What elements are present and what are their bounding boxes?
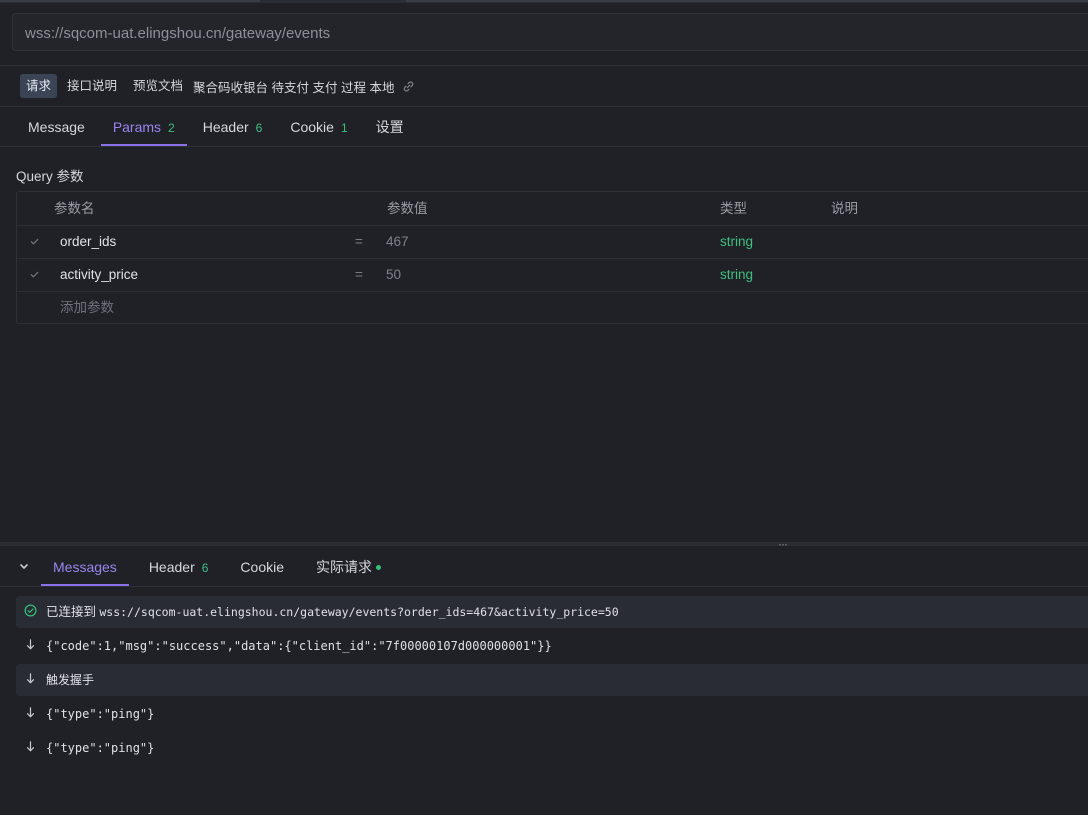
tab-count: 2 xyxy=(168,121,175,135)
tab-response-cookie[interactable]: Cookie xyxy=(228,548,296,586)
arrow-down-icon xyxy=(24,672,37,688)
tab-count: 1 xyxy=(340,121,348,135)
tab-header[interactable]: Header 6 xyxy=(191,108,275,146)
tab-label: Message xyxy=(28,119,85,135)
window-top-strip xyxy=(0,0,1088,3)
message-received[interactable]: {"type":"ping"} xyxy=(16,732,1088,764)
tab-label: Cookie xyxy=(290,119,334,135)
tab-count: 6 xyxy=(201,561,209,575)
chevron-down-icon[interactable] xyxy=(18,560,30,575)
top-tab-segment xyxy=(406,0,1088,2)
tab-actual-request[interactable]: 实际请求 xyxy=(304,548,393,586)
message-received[interactable]: {"type":"ping"} xyxy=(16,698,1088,730)
table-row: order_ids = 467 string xyxy=(17,225,1088,259)
param-type[interactable]: string xyxy=(720,258,753,291)
tab-label: Header xyxy=(148,559,195,575)
arrow-down-icon xyxy=(24,638,37,654)
tab-label: Messages xyxy=(53,559,117,575)
doc-tab-api-description[interactable]: 接口说明 xyxy=(61,74,123,98)
divider xyxy=(0,146,1088,147)
param-value[interactable]: 50 xyxy=(386,258,401,291)
tab-cookie[interactable]: Cookie 1 xyxy=(278,108,359,146)
column-header-name: 参数名 xyxy=(54,201,95,216)
divider xyxy=(0,586,1088,587)
doc-tab-bar: 请求 接口说明 预览文档 聚合码收银台 待支付 支付 过程 本地 xyxy=(20,74,415,98)
query-params-table: 参数名 参数值 类型 说明 order_ids = 467 string act… xyxy=(16,191,1088,324)
table-row: activity_price = 50 string xyxy=(17,258,1088,292)
check-circle-icon xyxy=(24,604,37,620)
column-header-type: 类型 xyxy=(720,201,747,216)
arrow-down-icon xyxy=(24,740,37,756)
arrow-down-icon xyxy=(24,706,37,722)
tab-response-header[interactable]: Header 6 xyxy=(137,548,221,586)
message-url: wss://sqcom-uat.elingshou.cn/gateway/eve… xyxy=(99,605,619,619)
table-header-row: 参数名 参数值 类型 说明 xyxy=(17,192,1088,226)
doc-tab-request[interactable]: 请求 xyxy=(20,74,58,98)
param-type[interactable]: string xyxy=(720,225,753,258)
add-param-placeholder[interactable]: 添加参数 xyxy=(60,291,114,324)
tab-message[interactable]: Message xyxy=(16,108,97,146)
message-text: {"type":"ping"} xyxy=(46,707,155,721)
check-icon[interactable] xyxy=(29,235,40,250)
response-tab-bar: Messages Header 6 Cookie 实际请求 xyxy=(0,548,1088,586)
url-text: wss://sqcom-uat.elingshou.cn/gateway/eve… xyxy=(25,25,331,42)
api-name[interactable]: 聚合码收银台 待支付 支付 过程 本地 xyxy=(193,77,394,96)
tab-settings[interactable]: 设置 xyxy=(364,108,416,146)
message-received[interactable]: {"code":1,"msg":"success","data":{"clien… xyxy=(16,630,1088,662)
tab-label: 实际请求 xyxy=(316,559,373,575)
divider xyxy=(0,65,1088,66)
message-text: 触发握手 xyxy=(46,673,95,687)
param-name[interactable]: order_ids xyxy=(60,225,116,258)
column-header-description: 说明 xyxy=(831,201,858,216)
param-equals: = xyxy=(355,234,363,249)
check-icon[interactable] xyxy=(29,268,40,283)
pane-resize-handle[interactable] xyxy=(0,542,1088,546)
message-text: {"type":"ping"} xyxy=(46,741,155,755)
param-value[interactable]: 467 xyxy=(386,225,409,258)
status-dot xyxy=(376,564,382,570)
url-input[interactable]: wss://sqcom-uat.elingshou.cn/gateway/eve… xyxy=(12,13,1088,51)
message-handshake[interactable]: 触发握手 xyxy=(16,664,1088,696)
tab-count: 6 xyxy=(255,121,263,135)
message-connected[interactable]: 已连接到 wss://sqcom-uat.elingshou.cn/gatewa… xyxy=(16,596,1088,628)
query-params-title: Query 参数 xyxy=(16,169,84,184)
top-tab-segment xyxy=(0,0,260,2)
doc-tab-preview-doc[interactable]: 预览文档 xyxy=(127,74,189,98)
tab-params[interactable]: Params 2 xyxy=(100,108,187,146)
link-icon[interactable] xyxy=(402,80,415,93)
tab-label: Cookie xyxy=(240,559,285,575)
request-tab-bar: Message Params 2 Header 6 Cookie 1 设置 xyxy=(16,108,420,146)
tab-messages[interactable]: Messages xyxy=(41,548,129,586)
tab-label: Params xyxy=(112,119,162,135)
divider xyxy=(0,106,1088,107)
tab-label: 设置 xyxy=(375,119,404,135)
message-label: 已连接到 xyxy=(46,604,97,619)
param-equals: = xyxy=(355,267,363,282)
column-header-value: 参数值 xyxy=(387,201,428,216)
param-name[interactable]: activity_price xyxy=(60,258,138,291)
tab-label: Header xyxy=(202,119,249,135)
add-param-row[interactable]: 添加参数 xyxy=(17,291,1088,324)
message-text: {"code":1,"msg":"success","data":{"clien… xyxy=(46,639,552,653)
